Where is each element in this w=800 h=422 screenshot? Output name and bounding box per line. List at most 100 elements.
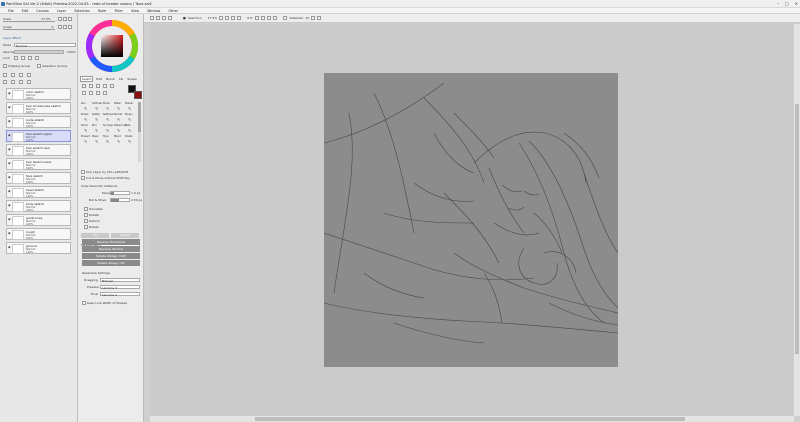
close-button[interactable]: ✕: [795, 1, 798, 6]
rotate-radio[interactable]: [84, 213, 88, 217]
cancel-button[interactable]: Cancel: [111, 233, 139, 238]
layer-item[interactable]: ◉ hair sketch new Normal 100%: [6, 144, 71, 156]
visibility-icon[interactable]: ◉: [8, 119, 11, 123]
rotate-reset-icon[interactable]: [267, 16, 272, 20]
drawing-canvas[interactable]: [324, 73, 618, 367]
brush-slot[interactable]: SelErase ✎: [103, 113, 113, 123]
stabilizer-down-icon[interactable]: [311, 16, 316, 20]
visibility-icon[interactable]: ◉: [8, 147, 11, 151]
eyedropper-tool-icon[interactable]: [103, 91, 107, 95]
maximize-button[interactable]: □: [785, 1, 789, 6]
brush-slot[interactable]: Pen ✎: [81, 102, 91, 112]
menu-ruler[interactable]: Ruler: [94, 8, 111, 13]
wand-tool-icon[interactable]: [96, 84, 100, 88]
brush-slot[interactable]: Blend ✎: [114, 135, 124, 145]
reverse-vertical-button[interactable]: Reverse Vertical: [82, 246, 140, 252]
vertical-scrollbar[interactable]: [794, 24, 800, 416]
brush-slot[interactable]: Tone ✎: [103, 135, 113, 145]
brush-slot[interactable]: Eraser ✎: [81, 113, 91, 123]
opacity-slider[interactable]: [14, 50, 64, 54]
lock-icon[interactable]: [28, 56, 32, 60]
translate-radio[interactable]: [84, 207, 88, 211]
stabilizer-value[interactable]: 10: [305, 16, 309, 20]
zoom-in-icon[interactable]: [63, 17, 67, 21]
brush-slot[interactable]: Marker ✎: [125, 102, 135, 112]
rot-slider[interactable]: [110, 198, 130, 202]
visibility-icon[interactable]: ◉: [8, 161, 11, 165]
clear-layer-icon[interactable]: [11, 80, 15, 84]
select-tool-icon[interactable]: [82, 84, 86, 88]
color-wheel[interactable]: [86, 20, 138, 72]
brush-slot[interactable]: Brush ✎: [103, 102, 113, 112]
menu-edit[interactable]: Edit: [18, 8, 33, 13]
tab-select[interactable]: Select: [80, 76, 94, 82]
brush-scroll-thumb[interactable]: [138, 102, 141, 132]
horizontal-scroll-thumb[interactable]: [255, 417, 685, 421]
rotate-tool-icon[interactable]: [89, 91, 93, 95]
cut-move-checkbox[interactable]: [81, 176, 85, 180]
reverse-horizontal-button[interactable]: Reverse Horizontal: [82, 239, 140, 245]
nav-icon[interactable]: [156, 16, 160, 20]
layer-item[interactable]: ◉ ground Normal 100%: [6, 242, 71, 254]
brush-slot[interactable]: Watercolor ✎: [114, 124, 127, 134]
lasso-tool-icon[interactable]: [89, 84, 93, 88]
visibility-icon[interactable]: ◉: [8, 217, 11, 221]
rotate-left-icon[interactable]: [255, 16, 260, 20]
scale-slider[interactable]: [3, 21, 55, 22]
transform-tool-icon[interactable]: [110, 84, 114, 88]
vertical-scroll-thumb[interactable]: [795, 104, 799, 354]
layer-item[interactable]: ◉ guide lines Normal 100%: [6, 214, 71, 226]
horizontal-scrollbar[interactable]: [150, 416, 794, 422]
visibility-icon[interactable]: ◉: [8, 91, 11, 95]
zoom-out-icon[interactable]: [219, 16, 224, 20]
layer-item[interactable]: ◉ body sketch Normal 100%: [6, 200, 71, 212]
menu-filter[interactable]: Filter: [111, 8, 127, 13]
lock-icon[interactable]: [21, 56, 25, 60]
minimize-button[interactable]: –: [777, 1, 779, 6]
rotate-ccw-button[interactable]: Rotate 90deg. CCW: [82, 253, 140, 259]
rotate-right-icon[interactable]: [261, 16, 266, 20]
move-tool-icon[interactable]: [103, 84, 107, 88]
rotate-reset-icon[interactable]: [68, 25, 72, 29]
new-linework-icon[interactable]: [19, 73, 23, 77]
mode-select[interactable]: Normal: [14, 43, 76, 48]
layer-item[interactable]: ◉ color sketch Normal 100%: [6, 88, 71, 100]
visibility-icon[interactable]: ◉: [8, 231, 11, 235]
rotate2-radio[interactable]: [84, 225, 88, 229]
keep-line-checkbox[interactable]: [82, 301, 86, 305]
zoom-tool-icon[interactable]: [82, 91, 86, 95]
stabilizer-up-icon[interactable]: [317, 16, 322, 20]
clipping-checkbox[interactable]: [3, 64, 7, 68]
hand-tool-icon[interactable]: [96, 91, 100, 95]
layer-item[interactable]: ◉ hair sketch lower Normal 100%: [6, 158, 71, 170]
brush-slot[interactable]: Shade ✎: [125, 135, 135, 145]
visibility-icon[interactable]: ◉: [8, 105, 11, 109]
pick-layer-checkbox[interactable]: [81, 170, 85, 174]
selection-checkbox-icon[interactable]: ■: [183, 16, 186, 20]
new-layer-icon[interactable]: [3, 73, 7, 77]
menu-window[interactable]: Window: [143, 8, 164, 13]
nav-icon[interactable]: [150, 16, 154, 20]
brush-scrollbar[interactable]: [138, 102, 141, 162]
dragging-select[interactable]: Bilinear: [100, 278, 140, 283]
brush-slot[interactable]: AirBrush ✎: [92, 102, 102, 112]
delete-layer-icon[interactable]: [27, 80, 31, 84]
zoom-out-icon[interactable]: [58, 17, 62, 21]
lock-icon[interactable]: [35, 56, 39, 60]
layer-effect-toggle[interactable]: Layer Effect: [3, 36, 21, 40]
selection-source-checkbox[interactable]: [37, 64, 42, 68]
brush-slot[interactable]: Mask ✎: [92, 135, 102, 145]
layer-effect-icon[interactable]: [19, 80, 23, 84]
preview-select[interactable]: Lanczos 3: [100, 285, 140, 290]
tab-brush[interactable]: Brush: [105, 77, 116, 81]
menu-selection[interactable]: Selection: [70, 8, 94, 13]
new-folder-icon[interactable]: [11, 73, 15, 77]
brush-slot[interactable]: Pencil ✎: [81, 124, 91, 134]
rotate-left-icon[interactable]: [58, 25, 62, 29]
zoom-fit-icon[interactable]: [237, 16, 242, 20]
zoom-reset-icon[interactable]: [68, 17, 72, 21]
lock-icon[interactable]: [14, 56, 18, 60]
visibility-icon[interactable]: ◉: [8, 189, 11, 193]
brush-slot[interactable]: Smudge ✎: [103, 124, 113, 134]
visibility-icon[interactable]: ◉: [8, 203, 11, 207]
